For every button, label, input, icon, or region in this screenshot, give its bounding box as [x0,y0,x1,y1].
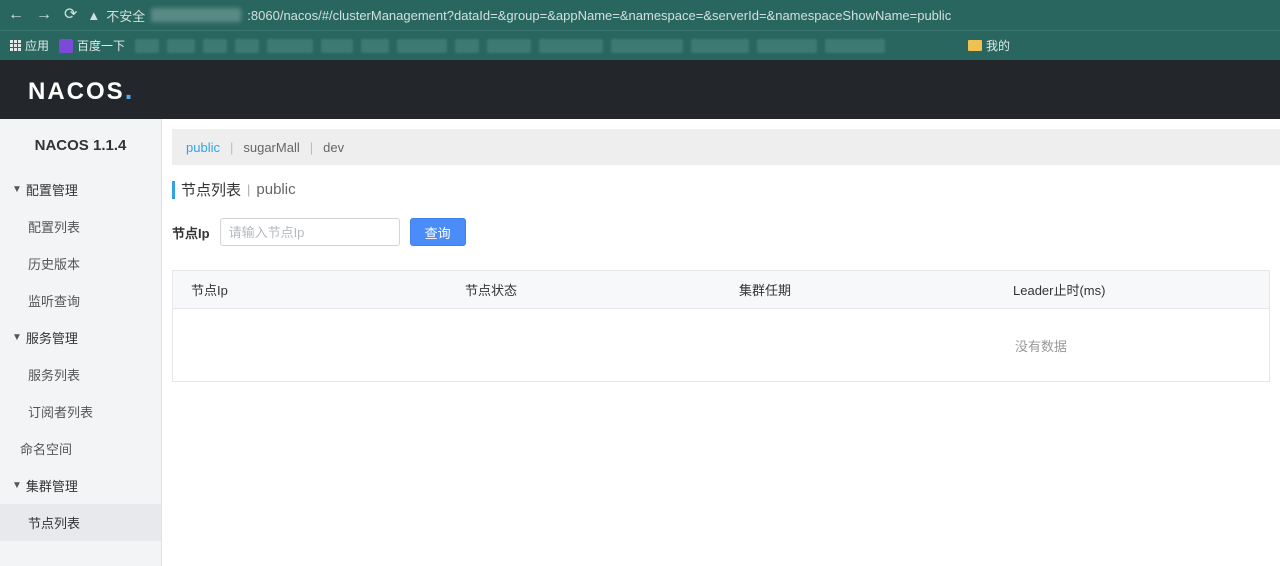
sidebar-item-config-list[interactable]: 配置列表 [0,208,161,245]
bookmark-mine-label: 我的 [986,37,1010,54]
col-node-ip: 节点Ip [173,271,447,308]
sidebar-item-subscriber[interactable]: 订阅者列表 [0,393,161,430]
bookmark-baidu[interactable]: 百度一下 [59,37,125,54]
bookmark-baidu-label: 百度一下 [77,37,125,54]
table-header: 节点Ip 节点状态 集群任期 Leader止时(ms) [173,271,1269,309]
browser-bookmark-bar: 应用 百度一下 我的 [0,30,1280,60]
browser-nav-icons: ← → ⟳ [8,7,77,23]
sidebar-item-listener[interactable]: 监听查询 [0,282,161,319]
query-button[interactable]: 查询 [410,218,466,246]
sidebar-group-config[interactable]: ▼ 配置管理 [0,171,161,208]
sidebar-item-namespace[interactable]: 命名空间 [0,430,161,467]
sidebar-title: NACOS 1.1.4 [0,119,161,171]
node-ip-input[interactable] [220,218,400,246]
tab-separator: | [230,140,233,155]
table-empty-text: 没有数据 [1015,336,1067,355]
url-path: :8060/nacos/#/clusterManagement?dataId=&… [247,8,951,23]
forward-icon[interactable]: → [36,7,52,23]
back-icon[interactable]: ← [8,7,24,23]
nacos-logo-text: NACOS [28,78,125,105]
url-host-obscured [151,8,241,22]
bookmark-apps[interactable]: 应用 [10,37,49,54]
search-row: 节点Ip 查询 [172,218,1280,246]
sidebar-item-history[interactable]: 历史版本 [0,245,161,282]
reload-icon[interactable]: ⟳ [64,7,77,23]
main-content: public | sugarMall | dev 节点列表 | public 节… [162,119,1280,566]
baidu-icon [59,39,73,53]
sidebar-group-cluster-label: 集群管理 [26,476,78,495]
insecure-warning-icon: ▲ [87,8,100,23]
col-cluster-term: 集群任期 [721,271,995,308]
caret-down-icon: ▼ [12,332,22,343]
sidebar-group-config-label: 配置管理 [26,180,78,199]
browser-address-bar: ← → ⟳ ▲ 不安全 :8060/nacos/#/clusterManagem… [0,0,1280,30]
url-area[interactable]: ▲ 不安全 :8060/nacos/#/clusterManagement?da… [87,6,1272,25]
title-accent-bar [172,181,175,199]
sidebar-item-node-list[interactable]: 节点列表 [0,504,161,541]
page-title-main: 节点列表 [181,179,241,200]
namespace-tab-public[interactable]: public [186,140,220,155]
node-table: 节点Ip 节点状态 集群任期 Leader止时(ms) 没有数据 [172,270,1270,382]
namespace-tabs: public | sugarMall | dev [172,129,1280,165]
sidebar-group-service-label: 服务管理 [26,328,78,347]
nacos-logo-dot: . [125,74,135,105]
sidebar-group-service[interactable]: ▼ 服务管理 [0,319,161,356]
namespace-tab-sugarmall[interactable]: sugarMall [243,140,299,155]
namespace-tab-dev[interactable]: dev [323,140,344,155]
bookmark-mine[interactable]: 我的 [968,37,1010,54]
nacos-logo[interactable]: NACOS. [28,74,134,106]
insecure-label: 不安全 [106,6,145,25]
page-title-sub: public [256,181,295,198]
caret-down-icon: ▼ [12,480,22,491]
folder-icon [968,40,982,51]
search-label: 节点Ip [172,223,210,242]
caret-down-icon: ▼ [12,184,22,195]
title-separator: | [247,182,250,197]
sidebar: NACOS 1.1.4 ▼ 配置管理 配置列表 历史版本 监听查询 ▼ 服务管理… [0,119,162,566]
sidebar-item-service-list[interactable]: 服务列表 [0,356,161,393]
nacos-header: NACOS. [0,60,1280,119]
table-body: 没有数据 [173,309,1269,381]
sidebar-group-cluster[interactable]: ▼ 集群管理 [0,467,161,504]
col-leader-due: Leader止时(ms) [995,271,1269,308]
bookmark-blurred-items [135,39,958,53]
bookmark-apps-label: 应用 [25,37,49,54]
tab-separator: | [310,140,313,155]
page-title: 节点列表 | public [172,179,1280,200]
col-node-status: 节点状态 [447,271,721,308]
apps-grid-icon [10,40,21,51]
